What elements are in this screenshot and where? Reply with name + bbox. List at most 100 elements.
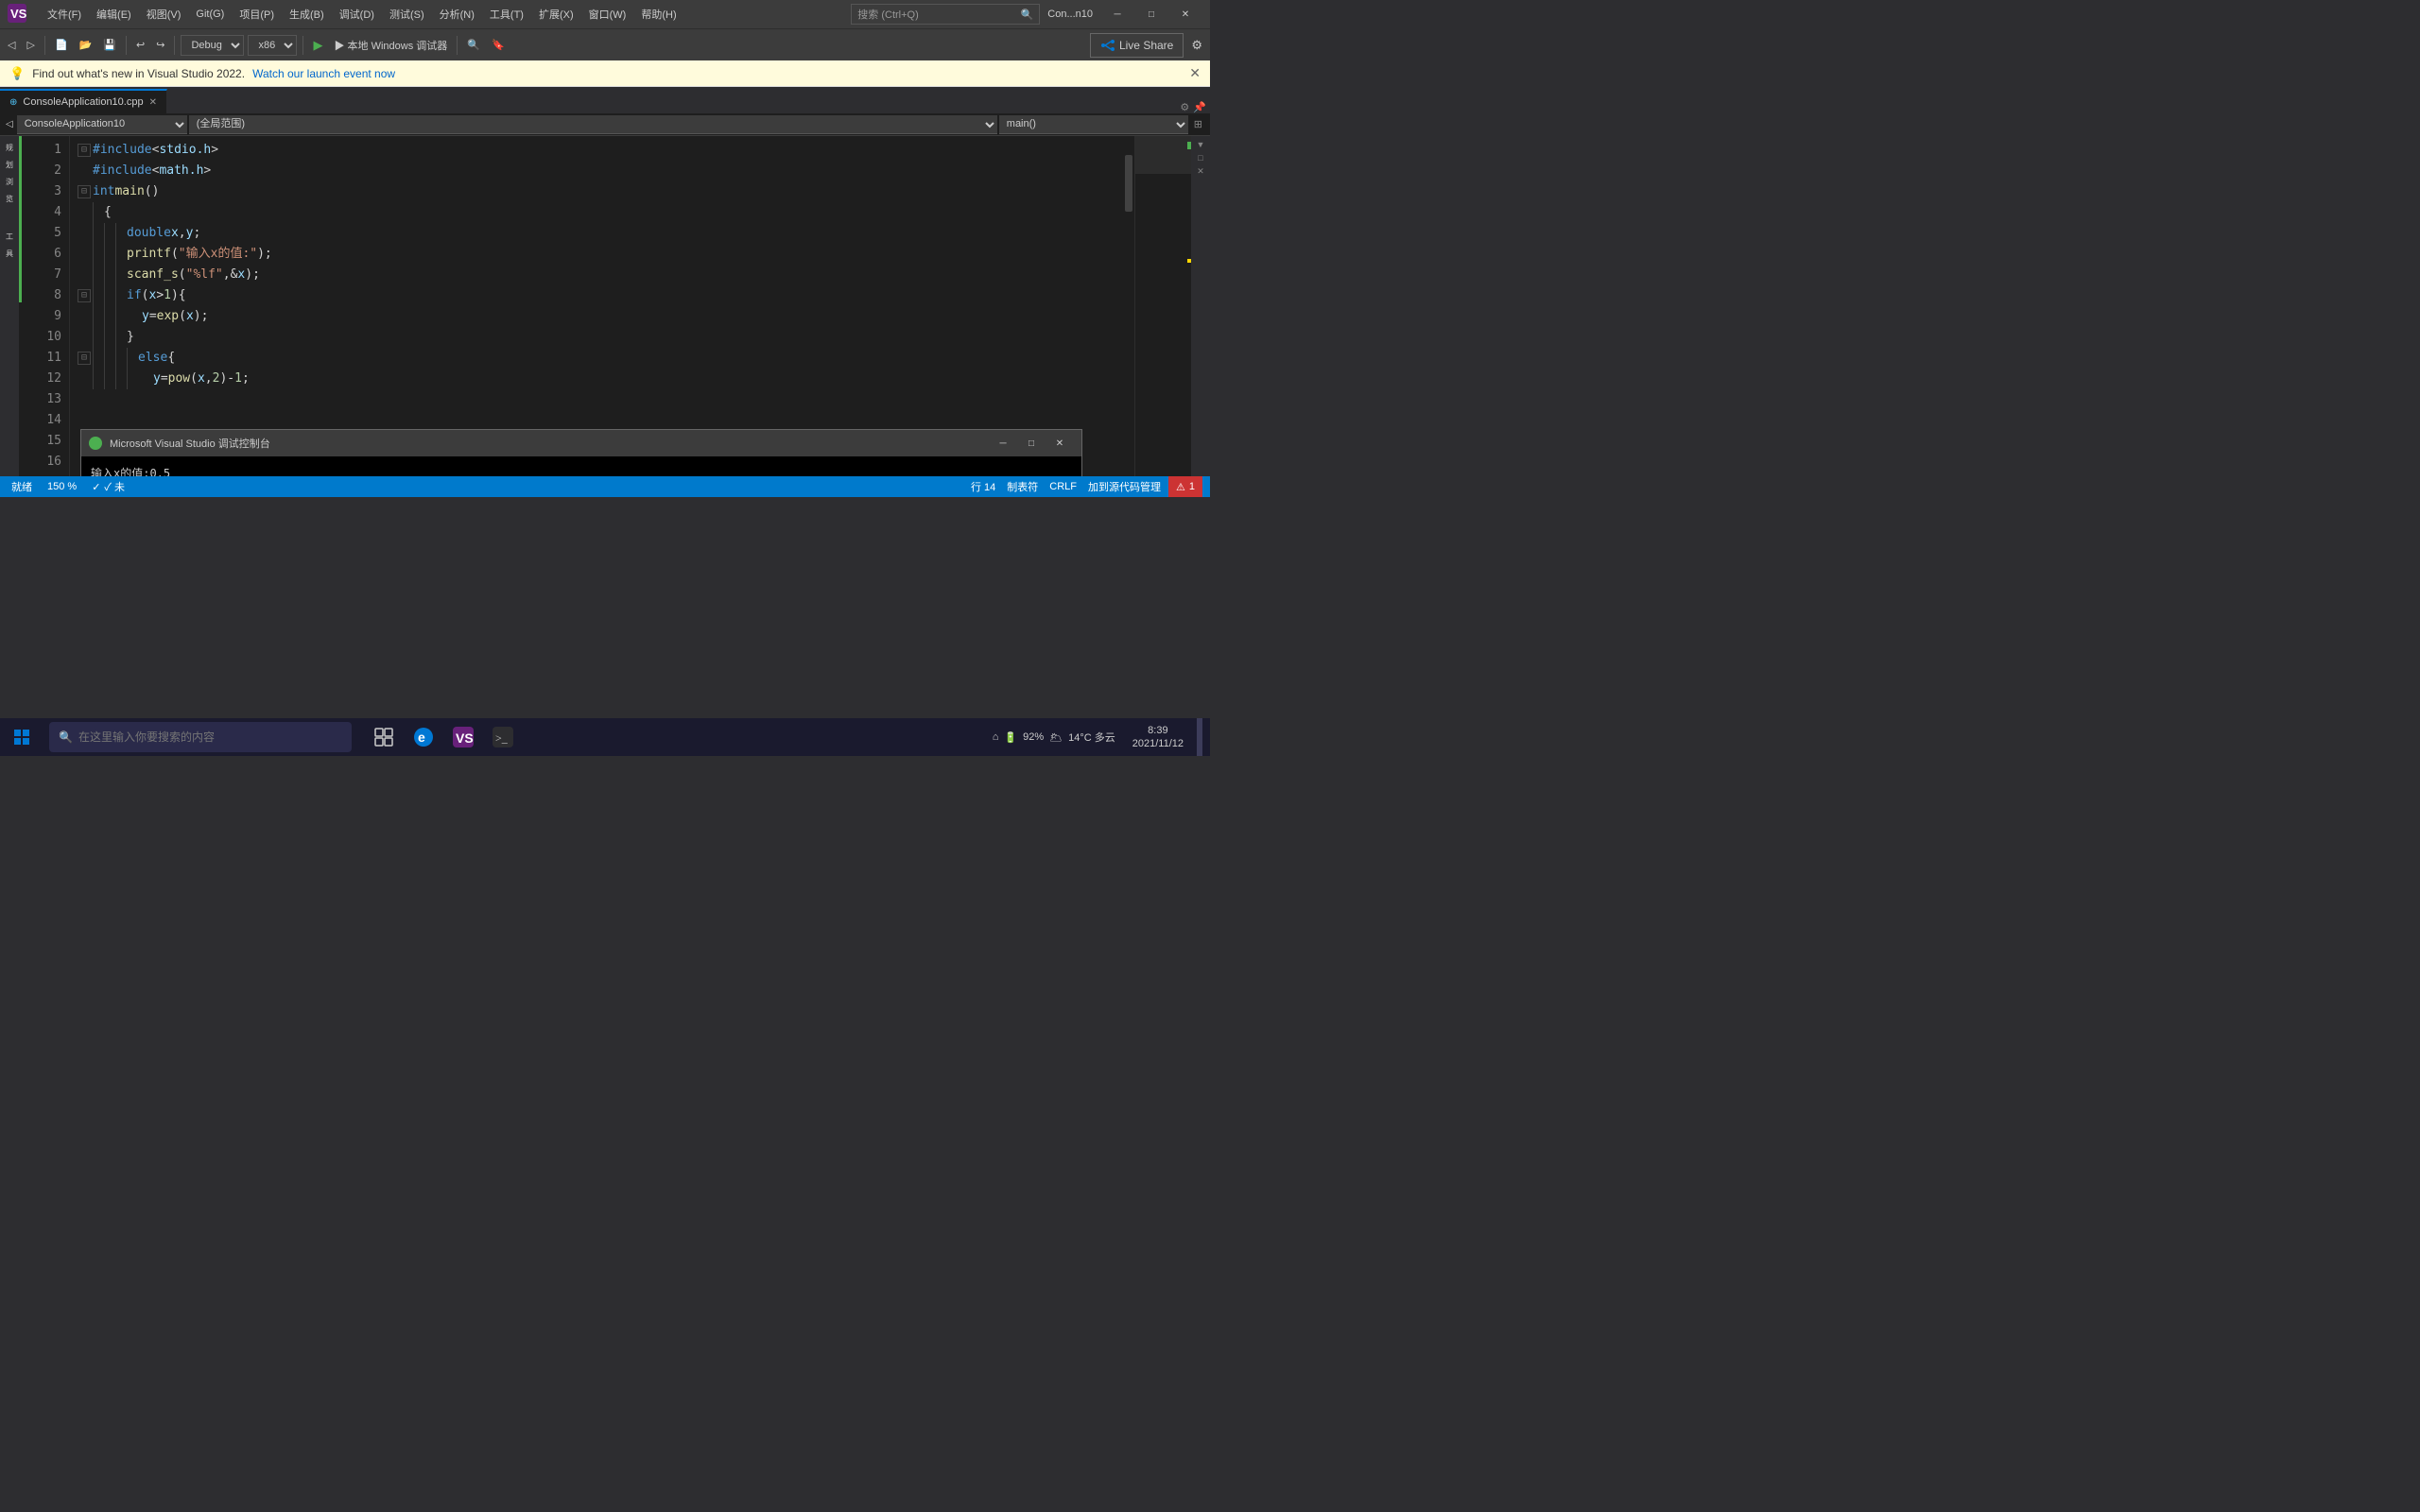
- right-panel-icon-2[interactable]: □: [1193, 151, 1208, 164]
- code-line-10: }: [78, 327, 1115, 348]
- global-scope-dropdown[interactable]: (全局范围): [189, 115, 997, 134]
- clock[interactable]: 8:39 2021/11/12: [1125, 724, 1191, 750]
- line-num-6: 6: [23, 244, 61, 265]
- menu-edit[interactable]: 编辑(E): [91, 5, 137, 24]
- edge-browser-icon: e: [413, 727, 434, 747]
- menu-build[interactable]: 生成(B): [284, 5, 330, 24]
- minimize-button[interactable]: ─: [1100, 0, 1134, 28]
- right-panel-icon-1[interactable]: ▼: [1193, 138, 1208, 151]
- status-add-source-label: 加到源代码管理: [1088, 479, 1161, 494]
- windows-logo-icon: [14, 730, 29, 745]
- menu-help[interactable]: 帮助(H): [635, 5, 682, 24]
- scrollbar-thumb[interactable]: [1125, 155, 1132, 212]
- battery-indicator[interactable]: 🔋: [1004, 731, 1017, 744]
- weather-icon[interactable]: 🌥: [1049, 731, 1063, 744]
- nav-expand-icon[interactable]: ⊞: [1190, 118, 1206, 130]
- taskbar-search-input[interactable]: [78, 730, 342, 744]
- menu-extensions[interactable]: 扩展(X): [533, 5, 579, 24]
- toolbar-bookmark-btn[interactable]: 🔖: [488, 37, 509, 53]
- toolbar-new-btn[interactable]: 📄: [51, 37, 72, 53]
- toolbar: ◁ ▷ 📄 📂 💾 ↩ ↪ Debug x86 ▶ ▶ 本地 Windows 调…: [0, 28, 1210, 60]
- taskview-icon[interactable]: [365, 718, 403, 756]
- fold-icon-11[interactable]: ⊟: [78, 352, 91, 365]
- status-errors[interactable]: ⚠ 1: [1168, 476, 1202, 497]
- tab-pin-icon[interactable]: 📌: [1193, 101, 1206, 113]
- change-indicator: [19, 136, 23, 476]
- platform-dropdown[interactable]: x86: [248, 35, 297, 56]
- info-link[interactable]: Watch our launch event now: [252, 67, 395, 80]
- fold-icon-1[interactable]: ⊟: [78, 144, 91, 157]
- activity-search-icon[interactable]: 划: [2, 157, 17, 172]
- nav-bar: ◁ ConsoleApplication10 (全局范围) main() ⊞: [0, 113, 1210, 136]
- code-line-9: y = exp(x);: [78, 306, 1115, 327]
- project-scope-dropdown[interactable]: ConsoleApplication10: [17, 115, 187, 134]
- console-close-btn[interactable]: ✕: [1046, 430, 1074, 456]
- activity-extra2-icon[interactable]: 具: [2, 246, 17, 261]
- status-line-col[interactable]: 行 14: [967, 476, 999, 497]
- symbol-dropdown[interactable]: main(): [999, 115, 1188, 134]
- debug-config-dropdown[interactable]: Debug: [181, 35, 244, 56]
- tab-console-app[interactable]: ⊕ ConsoleApplication10.cpp ✕: [0, 89, 167, 113]
- menu-analyze[interactable]: 分析(N): [434, 5, 480, 24]
- activity-explore-icon[interactable]: 规: [2, 140, 17, 155]
- maximize-button[interactable]: □: [1134, 0, 1168, 28]
- toolbar-forward-btn[interactable]: ▷: [23, 37, 38, 53]
- status-right: 行 14 制表符 CRLF 加到源代码管理 ⚠ 1: [967, 476, 1202, 497]
- line-num-1: 1: [23, 140, 61, 161]
- menu-project[interactable]: 项目(P): [233, 5, 280, 24]
- activity-run-icon[interactable]: 览: [2, 191, 17, 206]
- menu-view[interactable]: 视图(V): [141, 5, 187, 24]
- run-button[interactable]: ▶: [309, 36, 326, 55]
- console-line-1: 输入x的值:0.5: [91, 464, 1072, 476]
- console-maximize-btn[interactable]: □: [1017, 430, 1046, 456]
- close-button[interactable]: ✕: [1168, 0, 1202, 28]
- status-check[interactable]: ✓ ✓ 未: [88, 476, 129, 497]
- toolbar-undo-btn[interactable]: ↩: [132, 37, 148, 53]
- nav-left-arrow[interactable]: ◁: [4, 119, 15, 129]
- code-content[interactable]: ⊟#include<stdio.h> #include<math.h> ⊟int…: [70, 136, 1123, 476]
- menu-file[interactable]: 文件(F): [42, 5, 87, 24]
- toolbar-search-btn[interactable]: 🔍: [463, 37, 484, 53]
- time-display: 8:39: [1148, 724, 1167, 737]
- console-minimize-btn[interactable]: ─: [989, 430, 1017, 456]
- toolbar-open-btn[interactable]: 📂: [76, 37, 96, 53]
- editor-scrollbar[interactable]: [1123, 136, 1134, 476]
- taskbar-search-box[interactable]: 🔍: [49, 722, 352, 752]
- menu-debug[interactable]: 调试(D): [334, 5, 380, 24]
- status-ready[interactable]: 就绪: [8, 476, 36, 497]
- code-line-2: #include<math.h>: [78, 161, 1115, 181]
- menu-window[interactable]: 窗口(W): [583, 5, 632, 24]
- title-search-box[interactable]: 搜索 (Ctrl+Q) 🔍: [851, 4, 1040, 25]
- edge-icon[interactable]: e: [405, 718, 442, 756]
- status-symbol[interactable]: 制表符: [1003, 476, 1042, 497]
- terminal-taskbar-icon[interactable]: >_: [484, 718, 522, 756]
- line-num-16: 16: [23, 452, 61, 472]
- right-panel-icon-3[interactable]: ✕: [1193, 164, 1208, 179]
- start-button[interactable]: [0, 718, 43, 756]
- live-share-button[interactable]: Live Share: [1090, 33, 1184, 58]
- vs-taskbar-icon[interactable]: VS: [444, 718, 482, 756]
- activity-extra-icon[interactable]: 工: [2, 229, 17, 244]
- network-icon[interactable]: ⌂: [993, 731, 999, 743]
- tab-close-button[interactable]: ✕: [149, 97, 157, 108]
- fold-icon-3[interactable]: ⊟: [78, 185, 91, 198]
- menu-test[interactable]: 测试(S): [384, 5, 430, 24]
- console-window-controls: ─ □ ✕: [989, 430, 1074, 456]
- menu-tools[interactable]: 工具(T): [484, 5, 529, 24]
- status-zoom[interactable]: 150 %: [43, 476, 80, 497]
- status-zoom-label: 150 %: [47, 481, 77, 492]
- status-encoding[interactable]: CRLF: [1046, 476, 1080, 497]
- toolbar-back-btn[interactable]: ◁: [4, 37, 19, 53]
- activity-git-icon[interactable]: 浏: [2, 174, 17, 189]
- menu-git[interactable]: Git(G): [190, 7, 230, 22]
- toolbar-save-btn[interactable]: 💾: [99, 37, 120, 53]
- info-close-button[interactable]: ✕: [1189, 65, 1201, 81]
- check-icon: ✓: [92, 481, 100, 493]
- tab-settings-icon[interactable]: ⚙: [1180, 101, 1189, 113]
- tab-bar: ⊕ ConsoleApplication10.cpp ✕ ⚙ 📌: [0, 87, 1210, 113]
- show-desktop-button[interactable]: [1197, 718, 1202, 756]
- status-add-source[interactable]: 加到源代码管理: [1084, 476, 1165, 497]
- toolbar-extra-btn[interactable]: ⚙: [1187, 36, 1206, 55]
- toolbar-redo-btn[interactable]: ↪: [152, 37, 168, 53]
- fold-icon-8[interactable]: ⊟: [78, 289, 91, 302]
